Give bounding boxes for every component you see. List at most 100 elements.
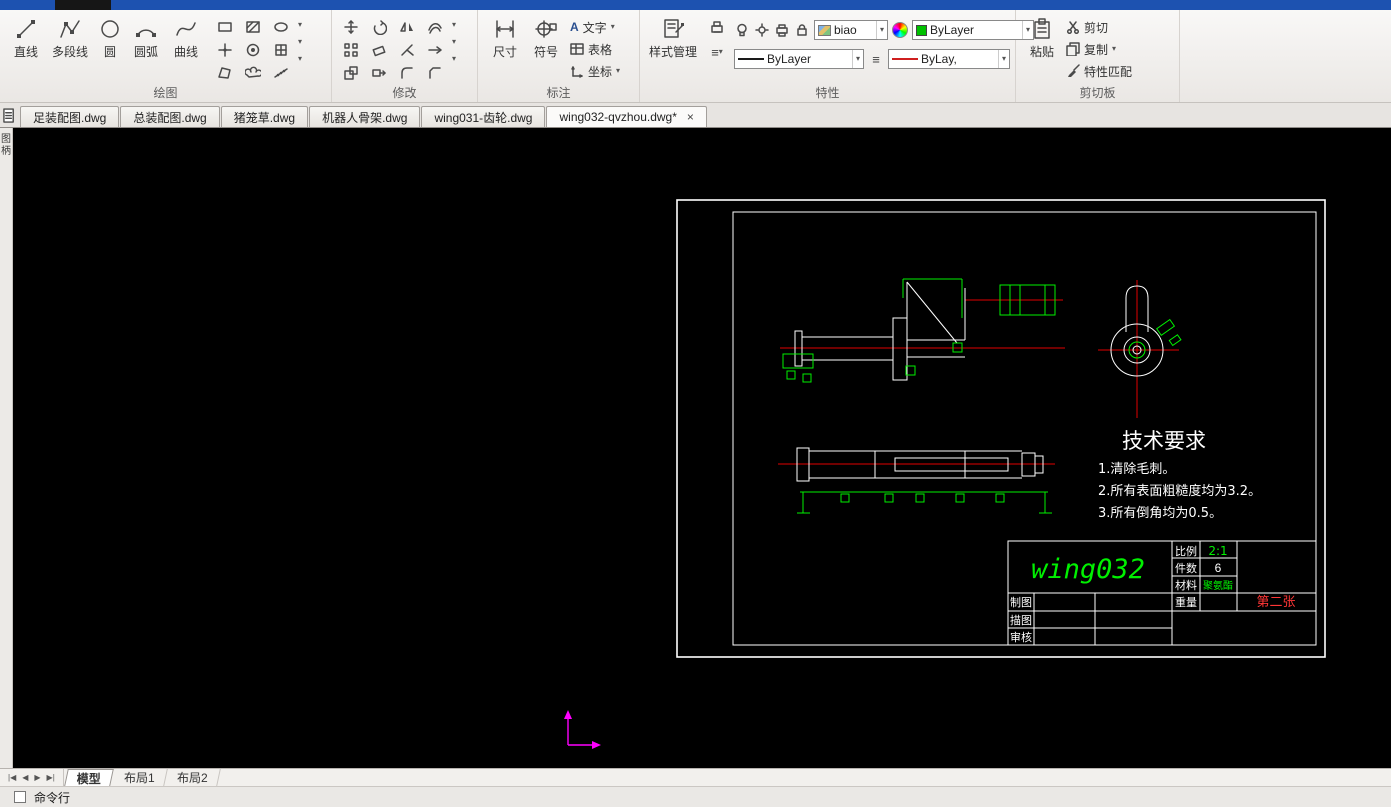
erase-tool-button[interactable] (366, 39, 392, 61)
divide-tool-button[interactable] (268, 62, 294, 84)
flyout-arrow-icon[interactable]: ▾ (298, 21, 302, 29)
side-tool-strip[interactable]: 图 柄 (0, 128, 13, 768)
plot-style-button[interactable] (704, 17, 730, 39)
symbol-button[interactable]: 符号 (526, 13, 566, 59)
app-menu-tab[interactable] (55, 0, 111, 10)
line-button[interactable]: 直线 (6, 13, 46, 59)
ellipse-tool-button[interactable] (268, 16, 294, 38)
clipboard-column: 剪切 复制 ▾ 特性匹配 (1066, 13, 1132, 81)
table-label: 表格 (588, 42, 613, 57)
match-properties-button[interactable]: 特性匹配 (1066, 61, 1132, 81)
copy-button[interactable]: 复制 ▾ (1066, 39, 1132, 59)
coordinate-label: 坐标 (588, 64, 613, 79)
command-line-bar[interactable]: 命令行 (0, 786, 1391, 807)
lineweight-list-icon[interactable]: ≡ (868, 51, 884, 67)
hatch-tool-button[interactable] (240, 16, 266, 38)
flyout-arrow-icon[interactable]: ▾ (298, 38, 302, 46)
layer-lock-icon[interactable] (794, 22, 810, 38)
polyline-button[interactable]: 多段线 (46, 13, 94, 59)
layer-plot-icon[interactable] (774, 22, 790, 38)
paste-icon (1034, 18, 1050, 39)
side-strip-char: 图 (1, 134, 11, 145)
paste-button[interactable]: 粘贴 (1022, 13, 1062, 59)
style-manager-label: 样式管理 (648, 45, 697, 59)
dimension-button[interactable]: 尺寸 (484, 13, 526, 59)
style-manager-button[interactable]: 样式管理 (646, 13, 700, 59)
sheet-set-icon[interactable] (3, 108, 16, 124)
doc-tab-5[interactable]: wing031-齿轮.dwg (421, 106, 546, 127)
tab-model[interactable]: 模型 (63, 769, 114, 786)
region-icon (218, 67, 231, 79)
prev-layout-icon[interactable]: ◀ (22, 773, 28, 782)
scale-tool-button[interactable] (338, 62, 364, 84)
move-tool-button[interactable] (338, 16, 364, 38)
block-tool-button[interactable] (268, 39, 294, 61)
doc-tab-3[interactable]: 猪笼草.dwg (220, 106, 309, 127)
flyout-arrow-icon[interactable]: ▾ (452, 21, 456, 29)
tab-layout2[interactable]: 布局2 (165, 769, 221, 786)
next-layout-icon[interactable]: ▶ (34, 773, 40, 782)
chamfer-tool-button[interactable] (422, 62, 448, 84)
dropdown-arrow-icon: ▾ (610, 22, 615, 31)
revision-cloud-tool-button[interactable] (240, 62, 266, 84)
color-combo[interactable]: biao ▾ (814, 20, 888, 40)
table-button[interactable]: 表格 (570, 39, 620, 59)
region-tool-button[interactable] (212, 62, 238, 84)
flyout-arrow-icon[interactable]: ▾ (298, 55, 302, 63)
flyout-arrow-icon[interactable]: ▾ (452, 38, 456, 46)
cad-application-window: 直线 多段线 圆 圆弧 曲线 ▾ ▾ ▾ 绘图 ▾ ▾ ▾ 修改 尺寸 符号 A… (0, 0, 1391, 807)
mirror-tool-button[interactable] (394, 16, 420, 38)
trim-icon (401, 44, 414, 56)
trim-tool-button[interactable] (394, 39, 420, 61)
tech-req-note-1: 1.清除毛刺。 (1098, 462, 1175, 477)
text-button[interactable]: A 文字 ▾ (570, 17, 620, 37)
layer-on-bulb-icon[interactable] (734, 22, 750, 38)
modify-flyout-arrows: ▾ ▾ ▾ (452, 13, 456, 63)
symbol-label: 符号 (533, 45, 558, 59)
doc-tab-6-active[interactable]: wing032-qvzhou.dwg* × (546, 106, 707, 127)
fillet-tool-button[interactable] (394, 62, 420, 84)
command-prompt-icon (14, 791, 26, 803)
point-tool-button[interactable] (212, 39, 238, 61)
coordinate-button[interactable]: 坐标 ▾ (570, 61, 620, 81)
style-manager-icon (664, 19, 684, 38)
ribbon-group-annotate: 尺寸 符号 A 文字 ▾ 表格 坐标 ▾ 标注 (478, 10, 640, 102)
color-wheel-icon[interactable] (892, 22, 908, 38)
flyout-arrow-icon[interactable]: ▾ (452, 55, 456, 63)
lineweight-combo[interactable]: ByLay, ▾ (888, 49, 1010, 69)
tab-close-icon[interactable]: × (687, 111, 694, 123)
layer-brightness-icon[interactable] (754, 22, 770, 38)
model-space-canvas[interactable]: 技术要求 1.清除毛刺。 2.所有表面粗糙度均为3.2。 3.所有倒角均为0.5… (13, 128, 1391, 768)
last-layout-icon[interactable]: ▶| (47, 773, 55, 782)
doc-tab-2[interactable]: 总装配图.dwg (120, 106, 220, 127)
front-view-geometry (780, 278, 1065, 383)
spline-button[interactable]: 曲线 (166, 13, 206, 59)
properties-mini-column: ≡ ▾ (704, 13, 728, 63)
line-icon (17, 20, 35, 38)
array-tool-button[interactable] (338, 39, 364, 61)
command-line-label: 命令行 (34, 790, 71, 805)
table-icon (570, 43, 584, 55)
line-list-button[interactable]: ≡ ▾ (704, 41, 730, 63)
erase-icon (372, 45, 386, 57)
list-icon: ≡ (711, 44, 719, 60)
linetype-combo[interactable]: ByLayer ▾ (734, 49, 864, 69)
offset-tool-button[interactable] (422, 16, 448, 38)
doc-tab-4[interactable]: 机器人骨架.dwg (309, 106, 421, 127)
clipboard-group-label: 剪切板 (1079, 86, 1116, 100)
arc-button[interactable]: 圆弧 (126, 13, 166, 59)
rectangle-tool-button[interactable] (212, 16, 238, 38)
spline-label: 曲线 (173, 45, 198, 59)
donut-tool-button[interactable] (240, 39, 266, 61)
tab-layout1[interactable]: 布局1 (111, 769, 168, 786)
rotate-tool-button[interactable] (366, 16, 392, 38)
dropdown-arrow-icon: ▾ (851, 50, 860, 68)
doc-tab-1[interactable]: 足装配图.dwg (20, 106, 120, 127)
circle-button[interactable]: 圆 (94, 13, 126, 59)
dimension-icon (496, 20, 514, 38)
section-view-geometry (778, 447, 1055, 514)
stretch-tool-button[interactable] (366, 62, 392, 84)
cut-button[interactable]: 剪切 (1066, 17, 1132, 37)
extend-tool-button[interactable] (422, 39, 448, 61)
first-layout-icon[interactable]: |◀ (8, 773, 16, 782)
